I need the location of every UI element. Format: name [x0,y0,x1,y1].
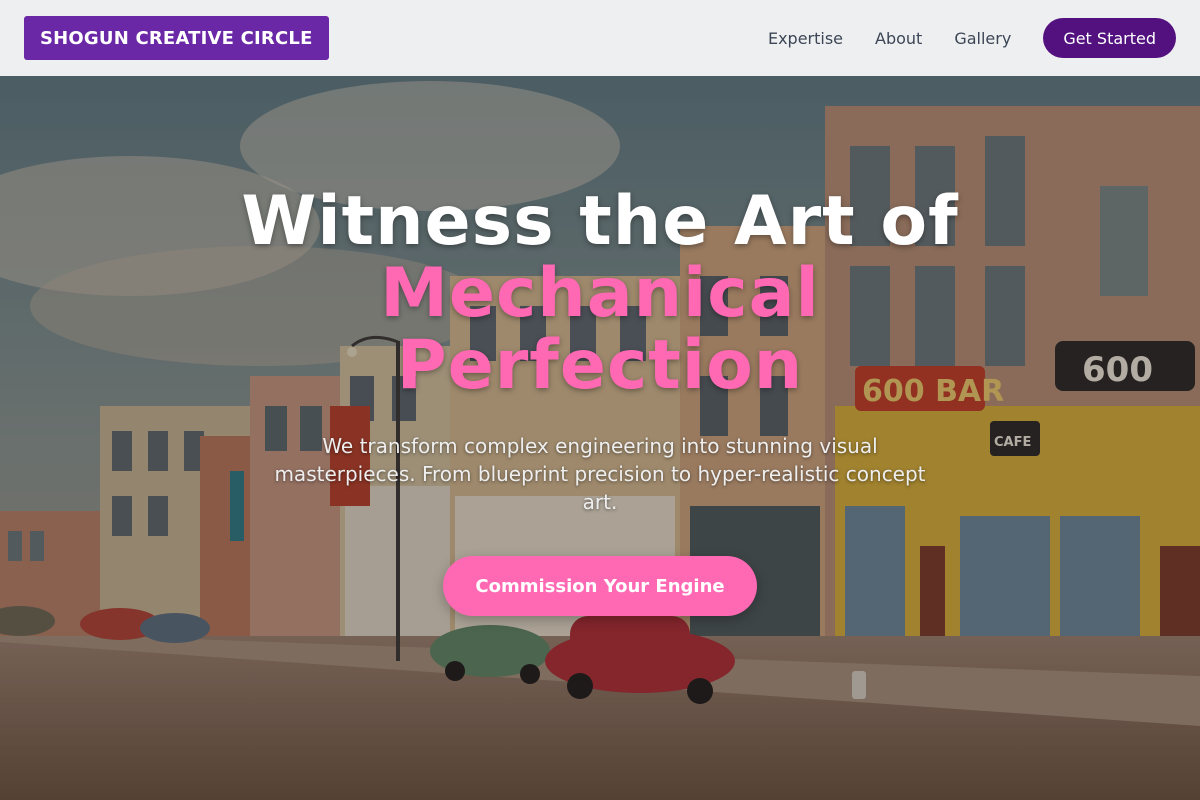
hero-title: Witness the Art of Mechanical Perfection [0,186,1200,402]
nav-link-expertise[interactable]: Expertise [768,29,843,48]
hero-title-accent-2: Perfection [396,326,804,405]
nav-link-about[interactable]: About [875,29,922,48]
commission-engine-button[interactable]: Commission Your Engine [443,556,757,616]
hero-title-line: Witness the Art of [241,182,959,261]
hero-section: 600 BAR 600 CAFE Witness the Art of Mech… [0,76,1200,800]
top-navbar: SHOGUN CREATIVE CIRCLE Expertise About G… [0,0,1200,76]
get-started-button[interactable]: Get Started [1043,18,1176,58]
hero-title-accent-1: Mechanical [380,254,820,333]
hero-subtitle: We transform complex engineering into st… [274,434,926,514]
brand-logo[interactable]: SHOGUN CREATIVE CIRCLE [24,16,329,60]
nav-link-gallery[interactable]: Gallery [954,29,1011,48]
hero-content: Witness the Art of Mechanical Perfection… [0,186,1200,616]
nav-links: Expertise About Gallery Get Started [736,18,1176,58]
